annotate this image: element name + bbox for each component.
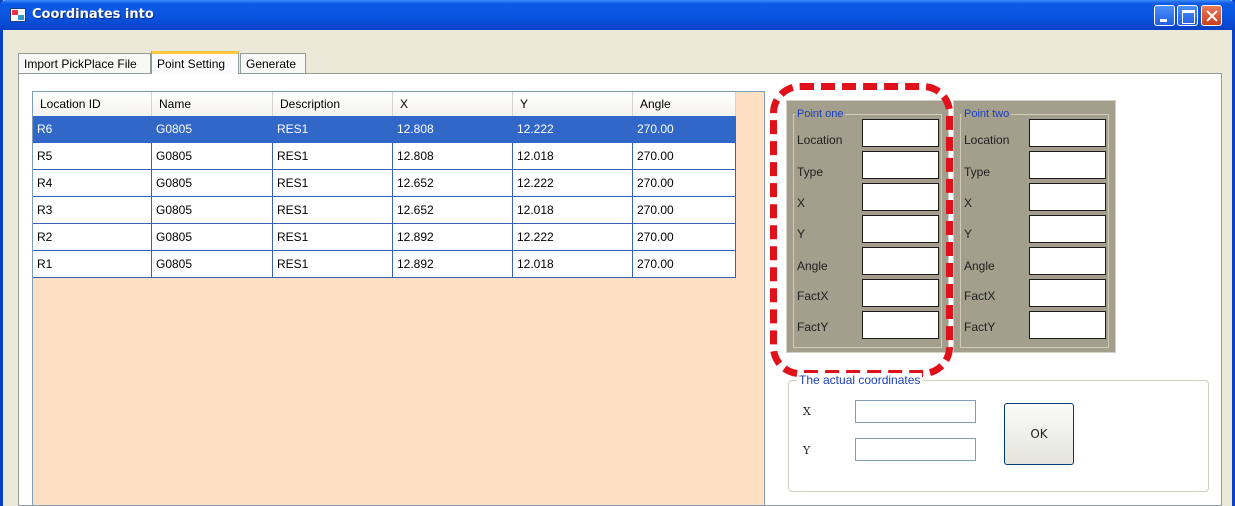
window-title: Coordinates into xyxy=(32,7,154,22)
cell-description[interactable]: RES1 xyxy=(273,143,393,170)
cell-location-id[interactable]: R3 xyxy=(33,197,152,224)
maximize-button[interactable] xyxy=(1177,5,1198,26)
actual-coordinates-legend: The actual coordinates xyxy=(797,373,923,387)
cell-y[interactable]: 12.018 xyxy=(513,251,633,278)
point-two-legend: Point two xyxy=(962,108,1012,120)
point-two-facty-input[interactable] xyxy=(1029,311,1106,339)
cell-name[interactable]: G0805 xyxy=(152,224,273,251)
factx-label: FactX xyxy=(964,289,996,303)
facty-label: FactY xyxy=(964,320,996,334)
cell-angle[interactable]: 270.00 xyxy=(633,224,736,251)
cell-angle[interactable]: 270.00 xyxy=(633,251,736,278)
cell-name[interactable]: G0805 xyxy=(152,170,273,197)
cell-y[interactable]: 12.018 xyxy=(513,143,633,170)
cell-location-id[interactable]: R6 xyxy=(33,116,152,143)
cell-angle[interactable]: 270.00 xyxy=(633,170,736,197)
cell-angle[interactable]: 270.00 xyxy=(633,143,736,170)
cell-angle[interactable]: 270.00 xyxy=(633,197,736,224)
close-button[interactable] xyxy=(1201,5,1222,26)
point-two-location-input[interactable] xyxy=(1029,119,1106,147)
cell-name[interactable]: G0805 xyxy=(152,251,273,278)
tab-point-setting[interactable]: Point Setting xyxy=(151,51,239,74)
app-icon xyxy=(10,8,26,22)
table-row[interactable]: R1 G0805 RES1 12.892 12.018 270.00 xyxy=(33,251,736,278)
table-row[interactable]: R4 G0805 RES1 12.652 12.222 270.00 xyxy=(33,170,736,197)
column-header-name[interactable]: Name xyxy=(152,92,273,116)
grid-header: Location ID Name Description X Y Angle xyxy=(33,92,736,116)
point-two-factx-input[interactable] xyxy=(1029,279,1106,307)
cell-description[interactable]: RES1 xyxy=(273,224,393,251)
tab-import-pickplace-file[interactable]: Import PickPlace File xyxy=(18,53,151,73)
point-two-group: Point two Location Type X Y Angle FactX … xyxy=(953,100,1116,353)
column-header-description[interactable]: Description xyxy=(273,92,393,116)
table-row[interactable]: R6 G0805 RES1 12.808 12.222 270.00 xyxy=(33,116,736,143)
column-header-y[interactable]: Y xyxy=(513,92,633,116)
ok-button[interactable]: OK xyxy=(1004,403,1074,465)
cell-x[interactable]: 12.892 xyxy=(393,224,513,251)
cell-description[interactable]: RES1 xyxy=(273,116,393,143)
table-row[interactable]: R2 G0805 RES1 12.892 12.222 270.00 xyxy=(33,224,736,251)
cell-location-id[interactable]: R1 xyxy=(33,251,152,278)
cell-y[interactable]: 12.222 xyxy=(513,224,633,251)
cell-y[interactable]: 12.222 xyxy=(513,116,633,143)
point-two-angle-input[interactable] xyxy=(1029,247,1106,275)
table-row[interactable]: R3 G0805 RES1 12.652 12.018 270.00 xyxy=(33,197,736,224)
cell-description[interactable]: RES1 xyxy=(273,170,393,197)
cell-name[interactable]: G0805 xyxy=(152,143,273,170)
cell-x[interactable]: 12.652 xyxy=(393,170,513,197)
actual-x-input[interactable] xyxy=(855,400,976,423)
actual-y-input[interactable] xyxy=(855,438,976,461)
cell-y[interactable]: 12.222 xyxy=(513,170,633,197)
highlight-annotation xyxy=(770,83,953,377)
y-label: Y xyxy=(964,227,973,241)
location-label: Location xyxy=(964,133,1010,147)
cell-x[interactable]: 12.808 xyxy=(393,143,513,170)
actual-x-label: X xyxy=(803,405,811,418)
cell-location-id[interactable]: R5 xyxy=(33,143,152,170)
title-bar[interactable]: Coordinates into xyxy=(0,0,1235,30)
cell-location-id[interactable]: R2 xyxy=(33,224,152,251)
point-two-y-input[interactable] xyxy=(1029,215,1106,243)
type-label: Type xyxy=(964,165,991,179)
cell-description[interactable]: RES1 xyxy=(273,251,393,278)
cell-angle[interactable]: 270.00 xyxy=(633,116,736,143)
table-row[interactable]: R5 G0805 RES1 12.808 12.018 270.00 xyxy=(33,143,736,170)
actual-coordinates-group: The actual coordinates X Y OK xyxy=(788,373,1209,492)
column-header-location-id[interactable]: Location ID xyxy=(33,92,152,116)
cell-x[interactable]: 12.652 xyxy=(393,197,513,224)
angle-label: Angle xyxy=(964,259,995,273)
cell-location-id[interactable]: R4 xyxy=(33,170,152,197)
tab-generate[interactable]: Generate xyxy=(240,53,306,73)
column-header-angle[interactable]: Angle xyxy=(633,92,736,116)
point-two-type-input[interactable] xyxy=(1029,151,1106,179)
actual-y-label: Y xyxy=(803,444,811,457)
cell-name[interactable]: G0805 xyxy=(152,116,273,143)
minimize-button[interactable] xyxy=(1154,5,1175,26)
column-header-x[interactable]: X xyxy=(393,92,513,116)
cell-x[interactable]: 12.892 xyxy=(393,251,513,278)
cell-y[interactable]: 12.018 xyxy=(513,197,633,224)
x-label: X xyxy=(964,196,973,210)
cell-x[interactable]: 12.808 xyxy=(393,116,513,143)
components-grid[interactable]: Location ID Name Description X Y Angle R… xyxy=(32,91,765,506)
cell-name[interactable]: G0805 xyxy=(152,197,273,224)
cell-description[interactable]: RES1 xyxy=(273,197,393,224)
point-two-x-input[interactable] xyxy=(1029,183,1106,211)
